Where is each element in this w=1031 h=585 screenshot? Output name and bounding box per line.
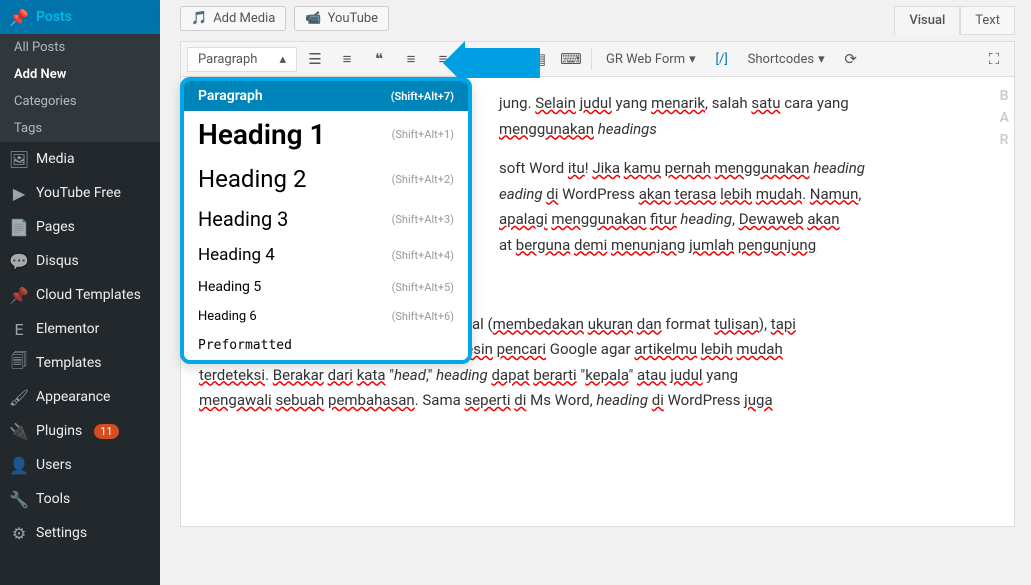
menu-icon: 🖌 — [10, 388, 28, 406]
menu-icon: E — [10, 320, 28, 338]
tab-visual[interactable]: Visual — [894, 6, 960, 35]
sidebar-item-pages[interactable]: 📄Pages — [0, 210, 160, 244]
menu-icon: 📄 — [10, 218, 28, 236]
sidebar-item-posts[interactable]: 📌 Posts — [0, 0, 160, 34]
align-left-icon[interactable]: ≡ — [397, 45, 425, 73]
menu-icon: 🖼 — [10, 150, 28, 168]
sidebar-sub-all-posts[interactable]: All Posts — [0, 34, 160, 61]
blockquote-icon[interactable]: ❝ — [365, 45, 393, 73]
chevron-up-icon: ▴ — [279, 52, 286, 67]
fullscreen-icon[interactable]: ⛶ — [980, 45, 1008, 73]
admin-sidebar: 📌 Posts All PostsAdd NewCategoriesTags 🖼… — [0, 0, 160, 585]
toolbar-toggle-icon[interactable]: ⌨ — [557, 45, 585, 73]
editor-tabs: Visual Text — [894, 6, 1015, 35]
add-media-button[interactable]: 🎵Add Media — [180, 6, 286, 31]
sidebar-item-media[interactable]: 🖼Media — [0, 142, 160, 176]
format-dropdown-trigger[interactable]: Paragraph▴ — [187, 47, 297, 72]
update-badge: 11 — [94, 424, 118, 439]
insert-tag-button[interactable]: [/] — [708, 45, 736, 73]
editor-toolbar: Paragraph▴ ☰ ≡ ❝ ≡ ≡ ≡ 🔗 ▤ ⌨ GR Web Form… — [180, 41, 1015, 77]
sidebar-item-settings[interactable]: ⚙Settings — [0, 516, 160, 550]
pin-icon: 📌 — [10, 8, 28, 26]
sidebar-item-users[interactable]: 👤Users — [0, 448, 160, 482]
arrow-callout — [465, 48, 540, 78]
format-option-heading-3[interactable]: Heading 3(Shift+Alt+3) — [184, 200, 468, 238]
sidebar-item-youtube-free[interactable]: ▶YouTube Free — [0, 176, 160, 210]
sidebar-item-elementor[interactable]: EElementor — [0, 312, 160, 346]
sidebar-sub-tags[interactable]: Tags — [0, 115, 160, 142]
menu-icon: 🗐 — [10, 354, 28, 372]
format-option-heading-5[interactable]: Heading 5(Shift+Alt+5) — [184, 272, 468, 302]
sidebar-item-plugins[interactable]: 🔌Plugins11 — [0, 414, 160, 448]
menu-icon: 📌 — [10, 286, 28, 304]
sidebar-item-appearance[interactable]: 🖌Appearance — [0, 380, 160, 414]
youtube-button[interactable]: 📹YouTube — [294, 6, 389, 31]
sidebar-sub-categories[interactable]: Categories — [0, 88, 160, 115]
menu-icon: 🔧 — [10, 490, 28, 508]
format-option-preformatted[interactable]: Preformatted — [184, 331, 468, 360]
format-option-heading-6[interactable]: Heading 6(Shift+Alt+6) — [184, 302, 468, 331]
sidebar-item-templates[interactable]: 🗐Templates — [0, 346, 160, 380]
shortcodes-dropdown[interactable]: Shortcodes ▾ — [740, 45, 833, 73]
editor-content: 🎵Add Media 📹YouTube Visual Text Paragrap… — [160, 0, 1031, 585]
sidebar-label: Posts — [36, 9, 72, 25]
collapsed-panel-letters: BAR — [1000, 88, 1009, 148]
menu-icon: ⚙ — [10, 524, 28, 542]
bullet-list-icon[interactable]: ☰ — [301, 45, 329, 73]
format-option-paragraph[interactable]: Paragraph(Shift+Alt+7) — [184, 81, 468, 111]
sidebar-item-cloud-templates[interactable]: 📌Cloud Templates — [0, 278, 160, 312]
tab-text[interactable]: Text — [960, 6, 1015, 35]
menu-icon: 👤 — [10, 456, 28, 474]
sidebar-item-tools[interactable]: 🔧Tools — [0, 482, 160, 516]
sidebar-item-disqus[interactable]: 💬Disqus — [0, 244, 160, 278]
format-option-heading-4[interactable]: Heading 4(Shift+Alt+4) — [184, 238, 468, 272]
refresh-icon[interactable]: ⟳ — [837, 45, 865, 73]
format-option-heading-1[interactable]: Heading 1(Shift+Alt+1) — [184, 111, 468, 158]
menu-icon: 🔌 — [10, 422, 28, 440]
video-icon: 📹 — [305, 11, 321, 26]
gr-web-form-dropdown[interactable]: GR Web Form ▾ — [598, 45, 704, 73]
menu-icon: 💬 — [10, 252, 28, 270]
media-icon: 🎵 — [191, 11, 207, 26]
sidebar-sub-add-new[interactable]: Add New — [0, 61, 160, 88]
format-dropdown-panel: Paragraph(Shift+Alt+7)Heading 1(Shift+Al… — [180, 77, 472, 364]
menu-icon: ▶ — [10, 184, 28, 202]
format-option-heading-2[interactable]: Heading 2(Shift+Alt+2) — [184, 158, 468, 200]
numbered-list-icon[interactable]: ≡ — [333, 45, 361, 73]
